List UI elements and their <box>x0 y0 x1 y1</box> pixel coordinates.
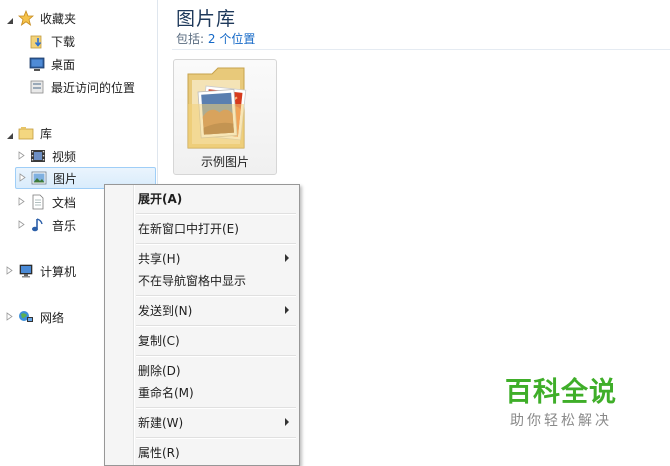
nav-item-videos[interactable]: 视频 <box>18 145 76 167</box>
collapsed-arrow-icon[interactable] <box>18 149 26 163</box>
nav-item-documents[interactable]: 文档 <box>18 191 76 213</box>
menu-item-new[interactable]: 新建(W) <box>107 411 297 433</box>
downloads-folder-icon <box>29 33 45 49</box>
nav-computer[interactable]: 计算机 <box>6 260 76 282</box>
nav-item-downloads-label: 下载 <box>51 34 76 49</box>
page-title: 图片库 <box>176 8 237 30</box>
nav-libraries-label: 库 <box>40 126 53 141</box>
film-icon <box>30 148 46 164</box>
menu-item-rename[interactable]: 重命名(M) <box>107 381 297 403</box>
submenu-arrow-icon <box>285 254 289 262</box>
collapsed-arrow-icon[interactable] <box>19 171 27 185</box>
menu-item-open-new-window[interactable]: 在新窗口中打开(E) <box>107 217 297 239</box>
nav-item-recent-places-label: 最近访问的位置 <box>51 80 136 95</box>
collapsed-arrow-icon[interactable] <box>6 310 14 324</box>
picture-icon <box>31 170 47 186</box>
menu-item-hide-in-nav[interactable]: 不在导航窗格中显示 <box>107 269 297 291</box>
menu-item-copy-label: 复制(C) <box>138 333 180 348</box>
nav-computer-label: 计算机 <box>40 264 77 279</box>
star-icon <box>17 9 35 26</box>
music-note-icon <box>30 217 46 233</box>
menu-item-send-to[interactable]: 发送到(N) <box>107 299 297 321</box>
document-icon <box>30 194 46 210</box>
nav-item-downloads[interactable]: 下载 <box>29 30 75 52</box>
submenu-arrow-icon <box>285 418 289 426</box>
collapsed-arrow-icon[interactable] <box>18 195 26 209</box>
picture-folder-icon <box>186 64 266 157</box>
library-includes: 包括: 2 个位置 <box>176 30 255 47</box>
expanded-arrow-icon[interactable] <box>6 14 14 24</box>
menu-item-rename-label: 重命名(M) <box>138 385 194 400</box>
nav-item-documents-label: 文档 <box>52 195 77 210</box>
nav-item-music[interactable]: 音乐 <box>18 214 76 236</box>
menu-item-send-to-label: 发送到(N) <box>138 303 193 318</box>
menu-separator <box>136 295 296 297</box>
nav-network[interactable]: 网络 <box>6 306 64 328</box>
menu-item-copy[interactable]: 复制(C) <box>107 329 297 351</box>
expanded-arrow-icon[interactable] <box>6 129 14 139</box>
menu-item-new-label: 新建(W) <box>138 415 184 430</box>
nav-network-label: 网络 <box>40 310 65 325</box>
menu-separator <box>136 243 296 245</box>
menu-item-properties-label: 属性(R) <box>138 445 180 460</box>
menu-item-delete[interactable]: 删除(D) <box>107 359 297 381</box>
libraries-icon <box>18 125 34 141</box>
menu-separator <box>136 325 296 327</box>
watermark: 百科全说 助你轻松解决 <box>478 358 644 438</box>
menu-separator <box>136 355 296 357</box>
network-icon <box>18 309 34 325</box>
nav-libraries[interactable]: 库 <box>6 122 52 144</box>
nav-item-desktop[interactable]: 桌面 <box>29 53 75 75</box>
includes-label: 包括: <box>176 32 205 46</box>
menu-item-share[interactable]: 共享(H) <box>107 247 297 269</box>
menu-item-open-new-window-label: 在新窗口中打开(E) <box>138 221 239 236</box>
nav-item-recent-places[interactable]: 最近访问的位置 <box>29 76 135 98</box>
recent-places-icon <box>29 79 45 95</box>
includes-locations-link[interactable]: 2 个位置 <box>208 32 255 46</box>
menu-item-delete-label: 删除(D) <box>138 363 181 378</box>
nav-item-pictures-label: 图片 <box>53 171 78 186</box>
collapsed-arrow-icon[interactable] <box>6 264 14 278</box>
menu-separator <box>136 407 296 409</box>
collapsed-arrow-icon[interactable] <box>18 218 26 232</box>
context-menu: 展开(A) 在新窗口中打开(E) 共享(H) 不在导航窗格中显示 发送到(N) … <box>104 184 300 466</box>
watermark-slogan: 助你轻松解决 <box>510 413 612 429</box>
nav-item-music-label: 音乐 <box>52 218 77 233</box>
watermark-brand: 百科全说 <box>505 377 617 408</box>
menu-item-expand-label: 展开(A) <box>138 191 183 206</box>
menu-item-hide-in-nav-label: 不在导航窗格中显示 <box>138 273 247 288</box>
menu-item-share-label: 共享(H) <box>138 251 181 266</box>
menu-separator <box>136 437 296 439</box>
header-divider <box>172 49 670 50</box>
nav-favorites-label: 收藏夹 <box>40 11 77 26</box>
computer-icon <box>18 263 34 279</box>
folder-sample-pictures[interactable]: 示例图片 <box>173 59 277 175</box>
nav-item-desktop-label: 桌面 <box>51 57 76 72</box>
nav-item-videos-label: 视频 <box>52 149 77 164</box>
menu-item-expand[interactable]: 展开(A) <box>107 187 297 209</box>
folder-label: 示例图片 <box>200 155 249 169</box>
nav-favorites[interactable]: 收藏夹 <box>6 7 76 29</box>
desktop-icon <box>29 56 45 72</box>
menu-item-properties[interactable]: 属性(R) <box>107 441 297 463</box>
submenu-arrow-icon <box>285 306 289 314</box>
menu-separator <box>136 213 296 215</box>
